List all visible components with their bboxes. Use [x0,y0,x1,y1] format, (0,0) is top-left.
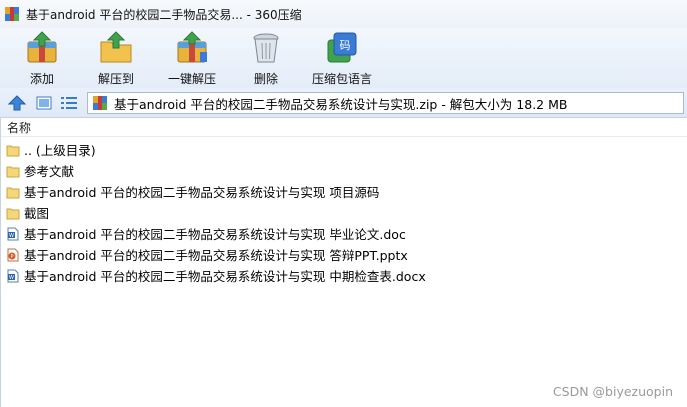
list-item-name: 基于android 平台的校园二手物品交易系统设计与实现 答辩PPT.pptx [24,248,408,263]
list-item-file[interactable]: P 基于android 平台的校园二手物品交易系统设计与实现 答辩PPT.ppt… [1,244,687,265]
svg-text:P: P [10,254,13,260]
extract-to-label: 解压到 [97,72,134,86]
one-click-extract-icon [177,31,207,63]
extract-folder-icon [100,31,132,63]
archive-language-label: 压缩包语言 [311,72,372,86]
list-item-name: 截图 [24,206,50,221]
watermark-text: CSDN @biyezuopin [552,384,673,399]
delete-label: 删除 [253,72,278,86]
title-bar: 基于android 平台的校园二手物品交易... - 360压缩 [0,0,687,28]
list-item-name: 基于android 平台的校园二手物品交易系统设计与实现 中期检查表.docx [24,269,426,284]
delete-button[interactable]: 删除 [247,28,285,88]
address-bar-row: 基于android 平台的校园二手物品交易系统设计与实现.zip - 解包大小为… [0,88,687,118]
powerpoint-icon: P [7,248,19,261]
file-list: 名称 .. (上级目录) 参考文献 基于android 平台的校园二手物品交易系… [0,118,687,407]
list-item-folder[interactable]: 基于android 平台的校园二手物品交易系统设计与实现 项目源码 [1,181,687,202]
column-header-name[interactable]: 名称 [1,119,687,137]
add-button[interactable]: 添加 [22,28,62,88]
archive-path-text: 基于android 平台的校园二手物品交易系统设计与实现.zip - 解包大小为… [114,96,568,112]
one-click-extract-label: 一键解压 [167,72,216,86]
list-item-folder[interactable]: 截图 [1,202,687,223]
svg-text:码: 码 [340,39,351,52]
window-title: 基于android 平台的校园二手物品交易... - 360压缩 [26,7,302,22]
up-arrow-icon[interactable] [8,95,26,111]
toolbar: 添加 解压到 一键解压 删除 码 压缩包语言 [0,28,687,88]
svg-text:W: W [9,275,14,281]
large-icon-view-icon[interactable] [36,95,52,111]
language-code-icon: 码 [327,32,357,63]
add-archive-icon [27,31,57,63]
list-item-file[interactable]: W 基于android 平台的校园二手物品交易系统设计与实现 中期检查表.doc… [1,265,687,286]
archive-language-button[interactable]: 码 压缩包语言 [308,28,376,88]
list-view-icon[interactable] [60,95,78,111]
add-label: 添加 [29,72,54,86]
one-click-extract-button[interactable]: 一键解压 [163,28,221,88]
list-item-name: 参考文献 [24,164,75,179]
folder-icon [6,208,20,219]
zip-file-icon [93,96,107,110]
address-field[interactable]: 基于android 平台的校园二手物品交易系统设计与实现.zip - 解包大小为… [87,92,684,114]
list-item-parent-directory[interactable]: .. (上级目录) [1,139,687,160]
trash-icon [253,33,279,63]
extract-to-button[interactable]: 解压到 [93,28,139,88]
list-item-file[interactable]: W 基于android 平台的校园二手物品交易系统设计与实现 毕业论文.doc [1,223,687,244]
list-item-name: 基于android 平台的校园二手物品交易系统设计与实现 项目源码 [24,185,380,200]
list-item-folder[interactable]: 参考文献 [1,160,687,181]
svg-text:W: W [9,233,14,239]
word-document-icon: W [7,269,19,282]
list-item-name: 基于android 平台的校园二手物品交易系统设计与实现 毕业论文.doc [24,227,406,242]
folder-icon [6,166,20,177]
archive-app-icon [5,7,19,21]
list-item-name: .. (上级目录) [24,143,96,158]
folder-icon [6,145,20,156]
word-document-icon: W [7,227,19,240]
folder-icon [6,187,20,198]
